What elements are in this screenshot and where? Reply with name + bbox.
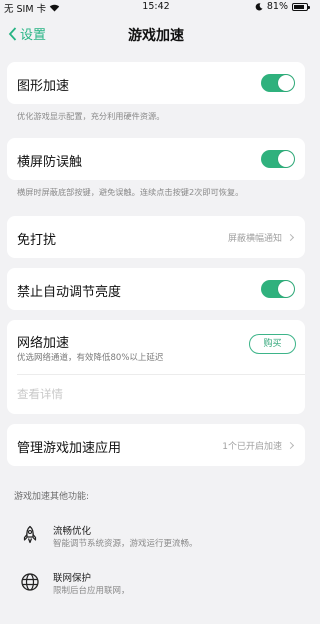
manage-apps-label: 管理游戏加速应用 — [17, 441, 122, 456]
graphics-accel-row[interactable]: 图形加速 — [7, 62, 305, 104]
graphics-accel-desc: 优化游戏显示配置，充分利用硬件资源。 — [17, 111, 165, 121]
other-features-title: 游戏加速其他功能: — [14, 492, 90, 502]
feature-title: 流畅优化 — [53, 526, 92, 537]
battery-icon — [292, 2, 310, 11]
graphics-accel-label: 图形加速 — [17, 79, 70, 94]
landscape-touch-desc: 横屏时屏蔽底部按键，避免误触。连续点击按键2次即可恢复。 — [17, 187, 244, 197]
auto-brightness-toggle[interactable] — [261, 280, 295, 298]
nav-bar: 设置 游戏加速 — [0, 18, 312, 50]
network-accel-desc: 优选网络通道，有效降低80%以上延迟 — [17, 353, 164, 363]
moon-icon — [255, 2, 263, 10]
feature-desc: 智能调节系统资源，游戏运行更流畅。 — [53, 539, 198, 549]
buy-button[interactable]: 购买 — [249, 334, 296, 354]
network-accel-label: 网络加速 — [17, 336, 70, 351]
feature-title: 联网保护 — [53, 573, 92, 584]
graphics-accel-toggle[interactable] — [261, 74, 295, 92]
landscape-touch-toggle[interactable] — [261, 150, 295, 168]
globe-icon — [21, 573, 39, 591]
status-bar: 无 SIM 卡 15:42 81% — [0, 0, 312, 15]
dnd-row[interactable]: 免打扰 屏蔽横幅通知 — [7, 216, 305, 258]
manage-apps-value: 1个已开启加速 — [222, 442, 282, 452]
dnd-value: 屏蔽横幅通知 — [227, 234, 282, 244]
network-accel-card: 网络加速 优选网络通道，有效降低80%以上延迟 购买 查看详情 — [7, 320, 305, 414]
battery-percent: 81% — [266, 1, 288, 12]
chevron-right-icon — [286, 441, 295, 450]
landscape-touch-label: 横屏防误触 — [17, 155, 83, 170]
dnd-label: 免打扰 — [17, 233, 57, 248]
page-title: 游戏加速 — [128, 28, 184, 44]
divider — [17, 374, 305, 375]
chevron-right-icon — [286, 233, 295, 242]
auto-brightness-label: 禁止自动调节亮度 — [17, 285, 122, 300]
rocket-icon — [23, 525, 37, 544]
view-details-link[interactable]: 查看详情 — [17, 386, 63, 402]
landscape-touch-row[interactable]: 横屏防误触 — [7, 138, 305, 180]
auto-brightness-row[interactable]: 禁止自动调节亮度 — [7, 268, 305, 310]
manage-apps-row[interactable]: 管理游戏加速应用 1个已开启加速 — [7, 424, 305, 466]
feature-desc: 限制后台应用联网， — [53, 586, 130, 596]
